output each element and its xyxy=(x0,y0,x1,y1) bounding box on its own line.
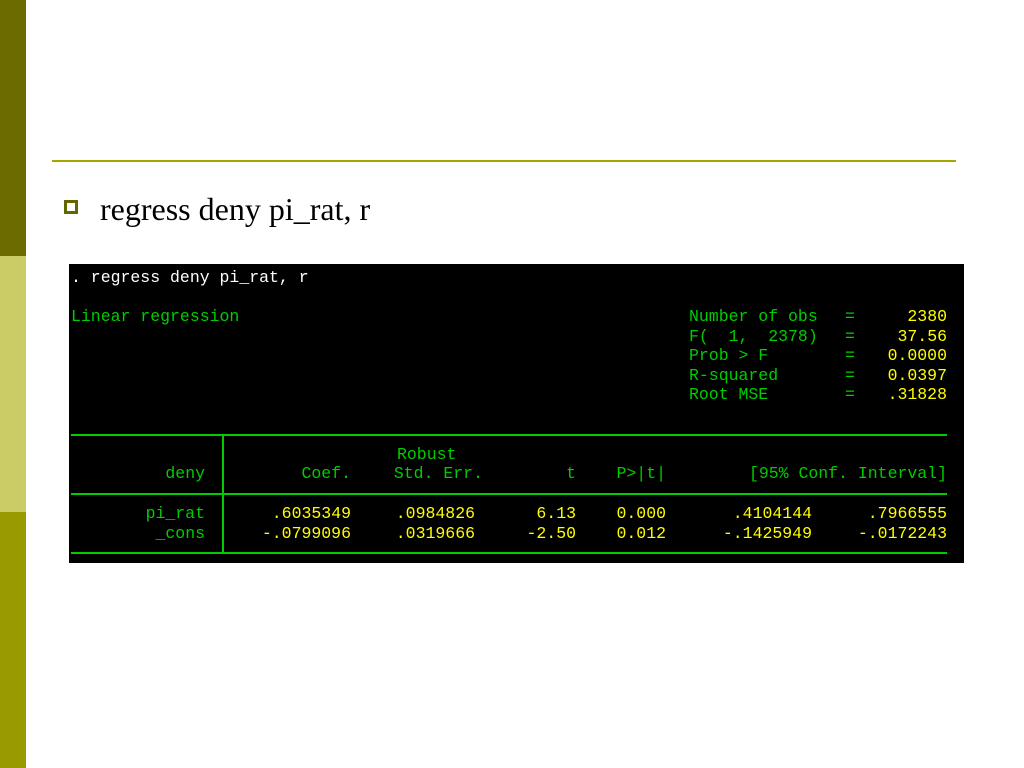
table-top-rule xyxy=(71,434,947,436)
sidebar-band-top xyxy=(0,0,26,256)
header-p: P>|t| xyxy=(616,464,666,483)
row-coef: .6035349 xyxy=(271,504,351,523)
row-coef: -.0799096 xyxy=(261,523,351,543)
row-t: -2.50 xyxy=(526,523,576,543)
table-header-rule xyxy=(71,493,947,495)
header-confidence-interval: [95% Conf. Interval] xyxy=(748,464,947,483)
model-title: Linear regression xyxy=(71,307,240,326)
row-p: 0.012 xyxy=(616,523,666,543)
header-stderr: Std. Err. xyxy=(393,464,483,483)
header-depvar: deny xyxy=(165,464,205,483)
stat-label: Root MSE xyxy=(689,385,769,404)
stat-label: F( 1, 2378) xyxy=(689,326,818,346)
stat-equals: = xyxy=(845,307,855,326)
stat-value: .31828 xyxy=(887,385,947,404)
stat-equals: = xyxy=(845,326,855,346)
row-stderr: .0984826 xyxy=(395,504,475,523)
row-ci-upper: -.0172243 xyxy=(857,523,947,543)
table-bottom-rule xyxy=(71,552,947,554)
stat-label: Prob > F xyxy=(689,346,769,365)
header-coef: Coef. xyxy=(301,464,351,483)
title-divider xyxy=(52,160,956,162)
stat-equals: = xyxy=(845,346,855,365)
command-line: . regress deny pi_rat, r xyxy=(71,268,309,287)
stat-value: 0.0397 xyxy=(887,365,947,385)
header-robust: Robust xyxy=(397,445,457,464)
stat-equals: = xyxy=(845,365,855,385)
row-ci-upper: .7966555 xyxy=(867,504,947,523)
header-t: t xyxy=(566,464,576,483)
row-t: 6.13 xyxy=(536,504,576,523)
row-ci-lower: .4104144 xyxy=(732,504,812,523)
stat-value: 37.56 xyxy=(897,326,947,346)
stat-value: 0.0000 xyxy=(887,346,947,365)
row-variable: pi_rat xyxy=(145,504,205,523)
stat-label: Number of obs xyxy=(689,307,818,326)
row-p: 0.000 xyxy=(616,504,666,523)
row-variable: _cons xyxy=(155,523,205,543)
stat-equals: = xyxy=(845,385,855,404)
stat-value: 2380 xyxy=(907,307,947,326)
square-bullet-icon xyxy=(64,200,78,214)
stata-output-window: . regress deny pi_rat, r Linear regressi… xyxy=(69,264,964,563)
stat-label: R-squared xyxy=(689,365,779,385)
bullet-text: regress deny pi_rat, r xyxy=(100,191,371,227)
sidebar-band-bottom xyxy=(0,512,26,768)
sidebar-band-middle xyxy=(0,256,26,512)
row-ci-lower: -.1425949 xyxy=(722,523,812,543)
row-stderr: .0319666 xyxy=(395,523,475,543)
